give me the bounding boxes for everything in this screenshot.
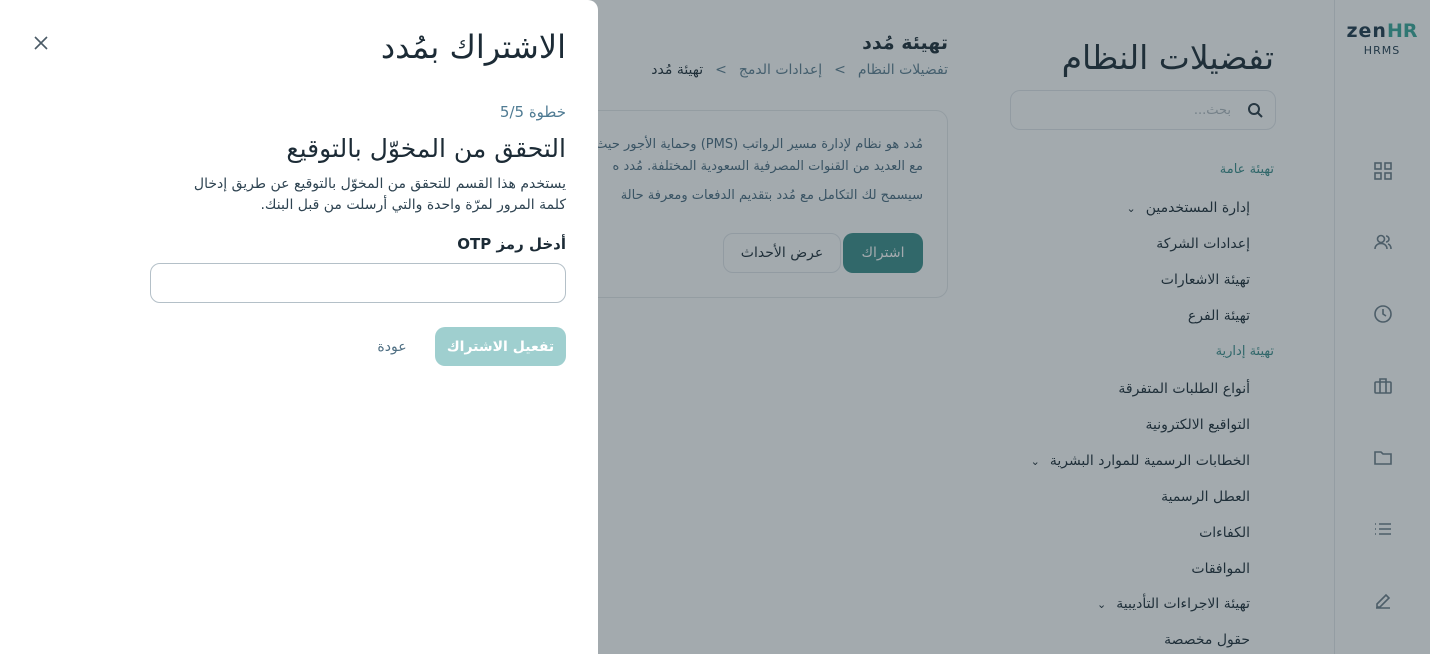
step-description: يستخدم هذا القسم للتحقق من المخوّل بالتو…	[193, 176, 566, 213]
activate-subscription-button[interactable]: تفعيل الاشتراك	[435, 327, 566, 366]
step-heading: التحقق من المخوّل بالتوقيع	[286, 134, 566, 163]
otp-input[interactable]	[150, 263, 566, 303]
subscription-drawer: الاشتراك بمُدد خطوة 5/5 التحقق من المخوّ…	[0, 0, 598, 654]
otp-label: أدخل رمز OTP	[457, 235, 566, 253]
back-button[interactable]: عودة	[372, 327, 412, 366]
drawer-title: الاشتراك بمُدد	[380, 28, 566, 66]
close-icon[interactable]	[30, 32, 52, 54]
step-indicator: خطوة 5/5	[499, 103, 566, 121]
